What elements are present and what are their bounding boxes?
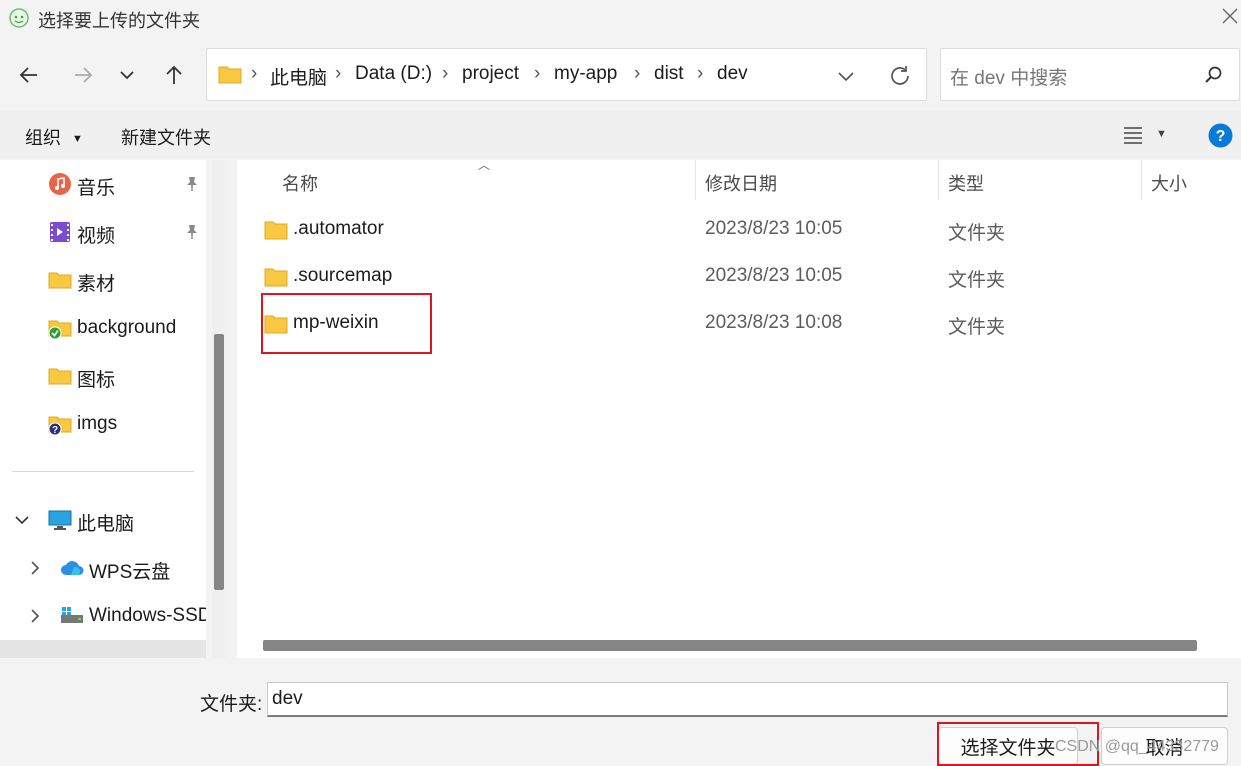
file-row[interactable]: .automator 2023/8/23 10:05 文件夹: [260, 208, 1220, 252]
breadcrumb-dev[interactable]: dev: [717, 63, 748, 85]
view-caret-down-icon[interactable]: ▼: [1156, 128, 1167, 140]
chevron-right-icon[interactable]: [27, 608, 43, 624]
back-button[interactable]: [12, 58, 46, 92]
svg-text:?: ?: [1216, 128, 1226, 145]
file-modified: 2023/8/23 10:05: [705, 265, 843, 286]
arrow-right-icon: [75, 67, 93, 83]
file-name: .sourcemap: [293, 265, 393, 286]
column-divider[interactable]: [938, 160, 939, 200]
file-modified: 2023/8/23 10:05: [705, 218, 843, 239]
folder-help-icon: ?: [48, 416, 72, 436]
file-type: 文件夹: [948, 223, 1006, 244]
breadcrumb-separator: ›: [697, 63, 704, 84]
new-folder-button[interactable]: 新建文件夹: [121, 124, 211, 150]
pin-icon[interactable]: [183, 223, 201, 241]
sidebar-divider: [12, 471, 194, 472]
breadcrumb-project[interactable]: project: [462, 63, 519, 85]
video-icon: [50, 222, 70, 242]
chevron-down-icon[interactable]: [14, 512, 30, 528]
navigation-pane: 音乐 视频 素材 background 图标 ? imgs 此电脑 WPS云盘 …: [0, 160, 206, 658]
sidebar-item-background[interactable]: background: [0, 304, 206, 352]
breadcrumb-separator: ›: [534, 63, 541, 84]
sidebar-item-label: 素材: [77, 274, 116, 295]
breadcrumb-separator: ›: [335, 63, 342, 84]
horizontal-scrollbar-thumb[interactable]: [263, 640, 1197, 651]
sidebar-item-label: 此电脑: [77, 514, 135, 535]
sidebar-item-icons[interactable]: 图标: [0, 352, 206, 400]
forward-button[interactable]: [66, 58, 100, 92]
app-logo-icon: [9, 8, 29, 28]
folder-icon: [264, 221, 288, 240]
file-modified: 2023/8/23 10:08: [705, 312, 843, 333]
file-type: 文件夹: [948, 270, 1006, 291]
sidebar-item-label: 视频: [77, 226, 116, 247]
recent-locations-button[interactable]: [110, 58, 144, 92]
cloud-icon: [61, 561, 84, 575]
search-icon[interactable]: [1204, 65, 1224, 85]
sidebar-item-label: WPS云盘: [89, 562, 171, 583]
sidebar-item-label: Windows-SSD: [89, 605, 206, 626]
arrow-up-icon: [166, 65, 182, 84]
sidebar-item-this-pc[interactable]: 此电脑: [0, 496, 206, 544]
breadcrumb-dist[interactable]: dist: [654, 63, 684, 85]
folder-icon: [48, 368, 72, 385]
breadcrumb-separator: ›: [634, 63, 641, 84]
file-name: .automator: [293, 218, 384, 239]
up-button[interactable]: [157, 58, 191, 92]
organize-label: 组织: [25, 128, 61, 148]
column-header-type[interactable]: 类型: [948, 170, 984, 196]
sort-ascending-icon: ︿: [478, 158, 491, 172]
svg-text:?: ?: [52, 425, 58, 436]
folder-icon: [264, 268, 288, 287]
chevron-right-icon[interactable]: [27, 560, 43, 576]
view-options-icon[interactable]: [1123, 126, 1143, 144]
organize-menu[interactable]: 组织 ▼: [25, 124, 83, 150]
sidebar-item-video[interactable]: 视频: [0, 208, 206, 256]
file-type: 文件夹: [948, 317, 1006, 338]
sidebar-item-label: 图标: [77, 370, 116, 391]
sidebar-item-music[interactable]: 音乐: [0, 160, 206, 208]
column-header-size[interactable]: 大小: [1151, 170, 1187, 196]
pin-icon[interactable]: [183, 175, 201, 193]
sidebar-item-partial[interactable]: [0, 640, 206, 658]
breadcrumb-my-app[interactable]: my-app: [554, 63, 617, 85]
sidebar-item-label: background: [77, 317, 177, 338]
sidebar-item-label: imgs: [77, 413, 118, 434]
sidebar-item-label: 音乐: [77, 178, 116, 199]
column-header-name[interactable]: 名称: [282, 170, 318, 196]
arrow-left-icon: [19, 67, 37, 83]
column-header-modified[interactable]: 修改日期: [705, 170, 777, 196]
chevron-down-icon: [120, 71, 134, 80]
folder-sync-ok-icon: [48, 320, 72, 340]
address-dropdown-chevron-icon[interactable]: [836, 66, 856, 86]
sidebar-item-windows-ssd[interactable]: Windows-SSD: [0, 592, 206, 640]
caret-down-icon: ▼: [72, 133, 83, 145]
refresh-icon[interactable]: [888, 64, 912, 88]
column-divider[interactable]: [1141, 160, 1142, 200]
folder-label: 文件夹:: [200, 694, 263, 715]
folder-name-input[interactable]: [267, 682, 1228, 717]
breadcrumb-this-pc[interactable]: 此电脑: [270, 63, 327, 90]
sidebar-item-wps-cloud[interactable]: WPS云盘: [0, 544, 206, 592]
breadcrumb-separator: ›: [251, 63, 258, 84]
breadcrumb-data-drive[interactable]: Data (D:): [355, 63, 432, 85]
sidebar-scrollbar-thumb[interactable]: [214, 334, 224, 590]
music-icon: [49, 173, 71, 195]
window-title: 选择要上传的文件夹: [38, 11, 200, 31]
drive-icon: [61, 607, 83, 623]
watermark-text: CSDN @qq_44332779: [1055, 738, 1219, 755]
monitor-icon: [48, 510, 72, 530]
column-divider[interactable]: [695, 160, 696, 200]
breadcrumb-separator: ›: [442, 63, 449, 84]
search-input[interactable]: 在 dev 中搜索: [950, 63, 1067, 90]
sidebar-item-imgs[interactable]: ? imgs: [0, 400, 206, 448]
folder-icon: [218, 66, 242, 84]
folder-icon: [48, 272, 72, 289]
sidebar-item-assets[interactable]: 素材: [0, 256, 206, 304]
close-icon[interactable]: [1220, 6, 1240, 26]
highlight-box: [261, 293, 432, 354]
help-icon[interactable]: ?: [1208, 123, 1233, 148]
